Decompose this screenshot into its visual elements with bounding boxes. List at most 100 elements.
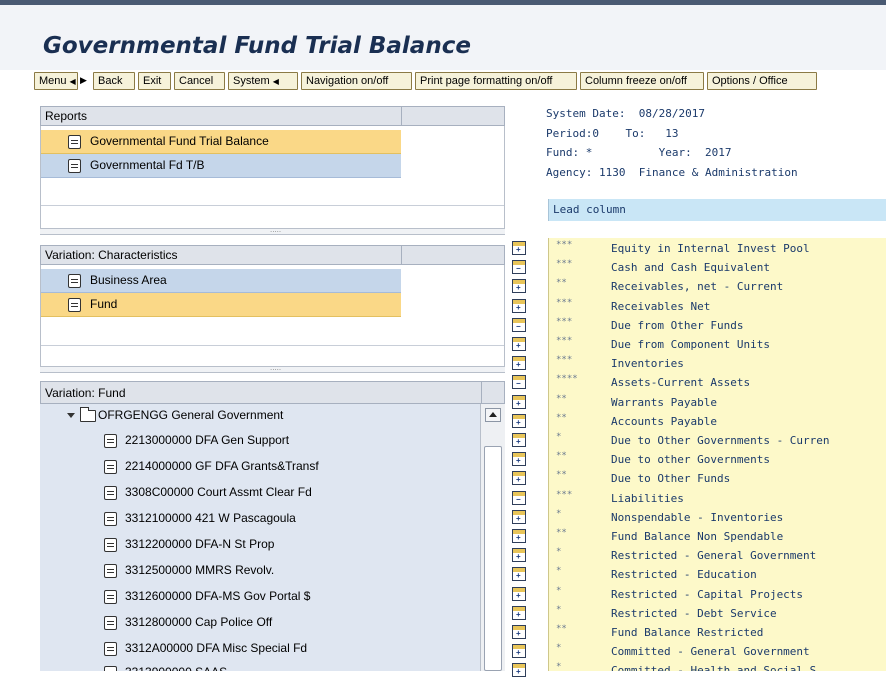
lead-row-label: Equity in Internal Invest Pool [611,242,810,255]
lead-row[interactable]: *** Due from Other Funds [549,316,886,335]
collapse-node-icon[interactable]: − [512,375,526,389]
lead-row[interactable]: ** Due to other Governments [549,450,886,469]
collapse-node-icon[interactable] [67,413,75,418]
expand-node-icon[interactable]: + [512,356,526,370]
document-icon [68,274,81,288]
lead-row[interactable]: * Due to Other Governments - Curren [549,431,886,450]
lead-row[interactable]: * Restricted - Capital Projects [549,585,886,604]
tree-node-ofrgengg[interactable]: OFRGENGG General Government [40,404,480,428]
hierarchy-level-stars: ** [556,624,567,634]
collapse-node-icon[interactable]: − [512,491,526,505]
tree-leaf[interactable]: 3312200000 DFA-N St Prop [40,533,480,557]
hierarchy-level-stars: ** [556,394,567,404]
expand-node-icon[interactable]: + [512,299,526,313]
tree-leaf[interactable]: 2214000000 GF DFA Grants&Transf [40,455,480,479]
lead-row[interactable]: *** Equity in Internal Invest Pool [549,239,886,258]
fund-tree-scrollbar[interactable] [480,404,505,671]
tree-leaf[interactable]: 3312800000 Cap Police Off [40,611,480,635]
expand-node-icon[interactable]: + [512,663,526,677]
hierarchy-level-stars: *** [556,317,573,327]
options-office-button[interactable]: Options / Office [707,72,817,90]
navigation-toggle-button[interactable]: Navigation on/off [301,72,412,90]
lead-row[interactable]: ** Warrants Payable [549,393,886,412]
tree-leaf[interactable]: 2213000000 DFA Gen Support [40,429,480,453]
expand-node-icon[interactable]: + [512,644,526,658]
menu-button[interactable]: Menu ◀ [34,72,78,90]
lead-row[interactable]: * Restricted - Debt Service [549,604,886,623]
characteristic-item-fund[interactable]: Fund [41,293,401,317]
lead-row[interactable]: * Restricted - General Government [549,546,886,565]
expand-node-icon[interactable]: + [512,414,526,428]
exit-button[interactable]: Exit [138,72,171,90]
icon-symbol: + [516,648,521,657]
tree-leaf[interactable]: 3312600000 DFA-MS Gov Portal $ [40,585,480,609]
expand-node-icon[interactable]: + [512,433,526,447]
scrollbar-thumb[interactable] [484,446,502,671]
reports-list: Governmental Fund Trial Balance Governme… [40,126,505,228]
expand-node-icon[interactable]: + [512,471,526,485]
expand-node-icon[interactable]: + [512,395,526,409]
lead-row[interactable]: ** Fund Balance Non Spendable [549,527,886,546]
expand-node-icon[interactable]: + [512,510,526,524]
pane-splitter[interactable]: ..... [40,225,505,235]
report-item-label: Governmental Fd T/B [90,158,205,172]
collapse-node-icon[interactable]: − [512,260,526,274]
collapse-node-icon[interactable]: − [512,318,526,332]
scroll-up-icon[interactable] [485,408,501,422]
print-formatting-button[interactable]: Print page formatting on/off [415,72,577,90]
pane-splitter[interactable]: ..... [40,363,505,373]
tree-leaf-label: 2213000000 DFA Gen Support [125,433,290,447]
reports-header-label: Reports [45,109,88,123]
expand-node-icon[interactable]: + [512,606,526,620]
back-button[interactable]: Back [93,72,135,90]
tree-leaf[interactable]: 3312500000 MMRS Revolv. [40,559,480,583]
expand-node-icon[interactable]: + [512,452,526,466]
characteristics-list: Business Area Fund [40,265,505,366]
lead-row[interactable]: * Committed - General Government [549,642,886,661]
system-button[interactable]: System ◀ [228,72,298,90]
icon-symbol: + [516,418,521,427]
icon-symbol: + [516,475,521,484]
report-item-governmental-fund-trial-balance[interactable]: Governmental Fund Trial Balance [41,130,401,154]
system-button-label: System [233,75,270,87]
menu-button-label: Menu [39,75,67,87]
expand-node-icon[interactable]: + [512,548,526,562]
lead-column-header[interactable]: Lead column [548,199,886,221]
lead-row[interactable]: ** Due to Other Funds [549,469,886,488]
divider [41,205,504,206]
lead-row[interactable]: * Nonspendable - Inventories [549,508,886,527]
expand-node-icon[interactable]: + [512,625,526,639]
icon-symbol: + [516,437,521,446]
tree-leaf[interactable]: 3308C00000 Court Assmt Clear Fd [40,481,480,505]
characteristic-item-business-area[interactable]: Business Area [41,269,401,293]
report-item-governmental-fd-tb[interactable]: Governmental Fd T/B [41,154,401,178]
characteristic-item-label: Fund [90,297,118,311]
expand-node-icon[interactable]: + [512,567,526,581]
lead-row-label: Restricted - Debt Service [611,607,777,620]
lead-row[interactable]: * Restricted - Education [549,565,886,584]
dropdown-arrow-icon: ◀ [272,77,279,86]
lead-row[interactable]: *** Liabilities [549,489,886,508]
lead-row[interactable]: *** Cash and Cash Equivalent [549,258,886,277]
lead-row[interactable]: ** Receivables, net - Current [549,277,886,296]
lead-row[interactable]: ** Fund Balance Restricted [549,623,886,642]
expand-node-icon[interactable]: + [512,529,526,543]
document-icon [104,642,117,656]
column-freeze-button[interactable]: Column freeze on/off [580,72,704,90]
expand-node-icon[interactable]: + [512,337,526,351]
tree-leaf[interactable]: 3313900000 SAAS [40,661,480,671]
cancel-button[interactable]: Cancel [174,72,225,90]
expand-node-icon[interactable]: + [512,279,526,293]
tree-leaf-label: 3308C00000 Court Assmt Clear Fd [125,485,312,499]
lead-row[interactable]: *** Receivables Net [549,297,886,316]
fund-variation-header-label: Variation: Fund [45,386,126,400]
lead-row[interactable]: ** Accounts Payable [549,412,886,431]
expand-node-icon[interactable]: + [512,241,526,255]
tree-leaf[interactable]: 3312100000 421 W Pascagoula [40,507,480,531]
expand-node-icon[interactable]: + [512,587,526,601]
lead-row[interactable]: *** Inventories [549,354,886,373]
lead-row[interactable]: **** Assets-Current Assets [549,373,886,392]
lead-row[interactable]: *** Due from Component Units [549,335,886,354]
lead-row[interactable]: * Committed - Health and Social S [549,661,886,671]
tree-leaf[interactable]: 3312A00000 DFA Misc Special Fd [40,637,480,661]
